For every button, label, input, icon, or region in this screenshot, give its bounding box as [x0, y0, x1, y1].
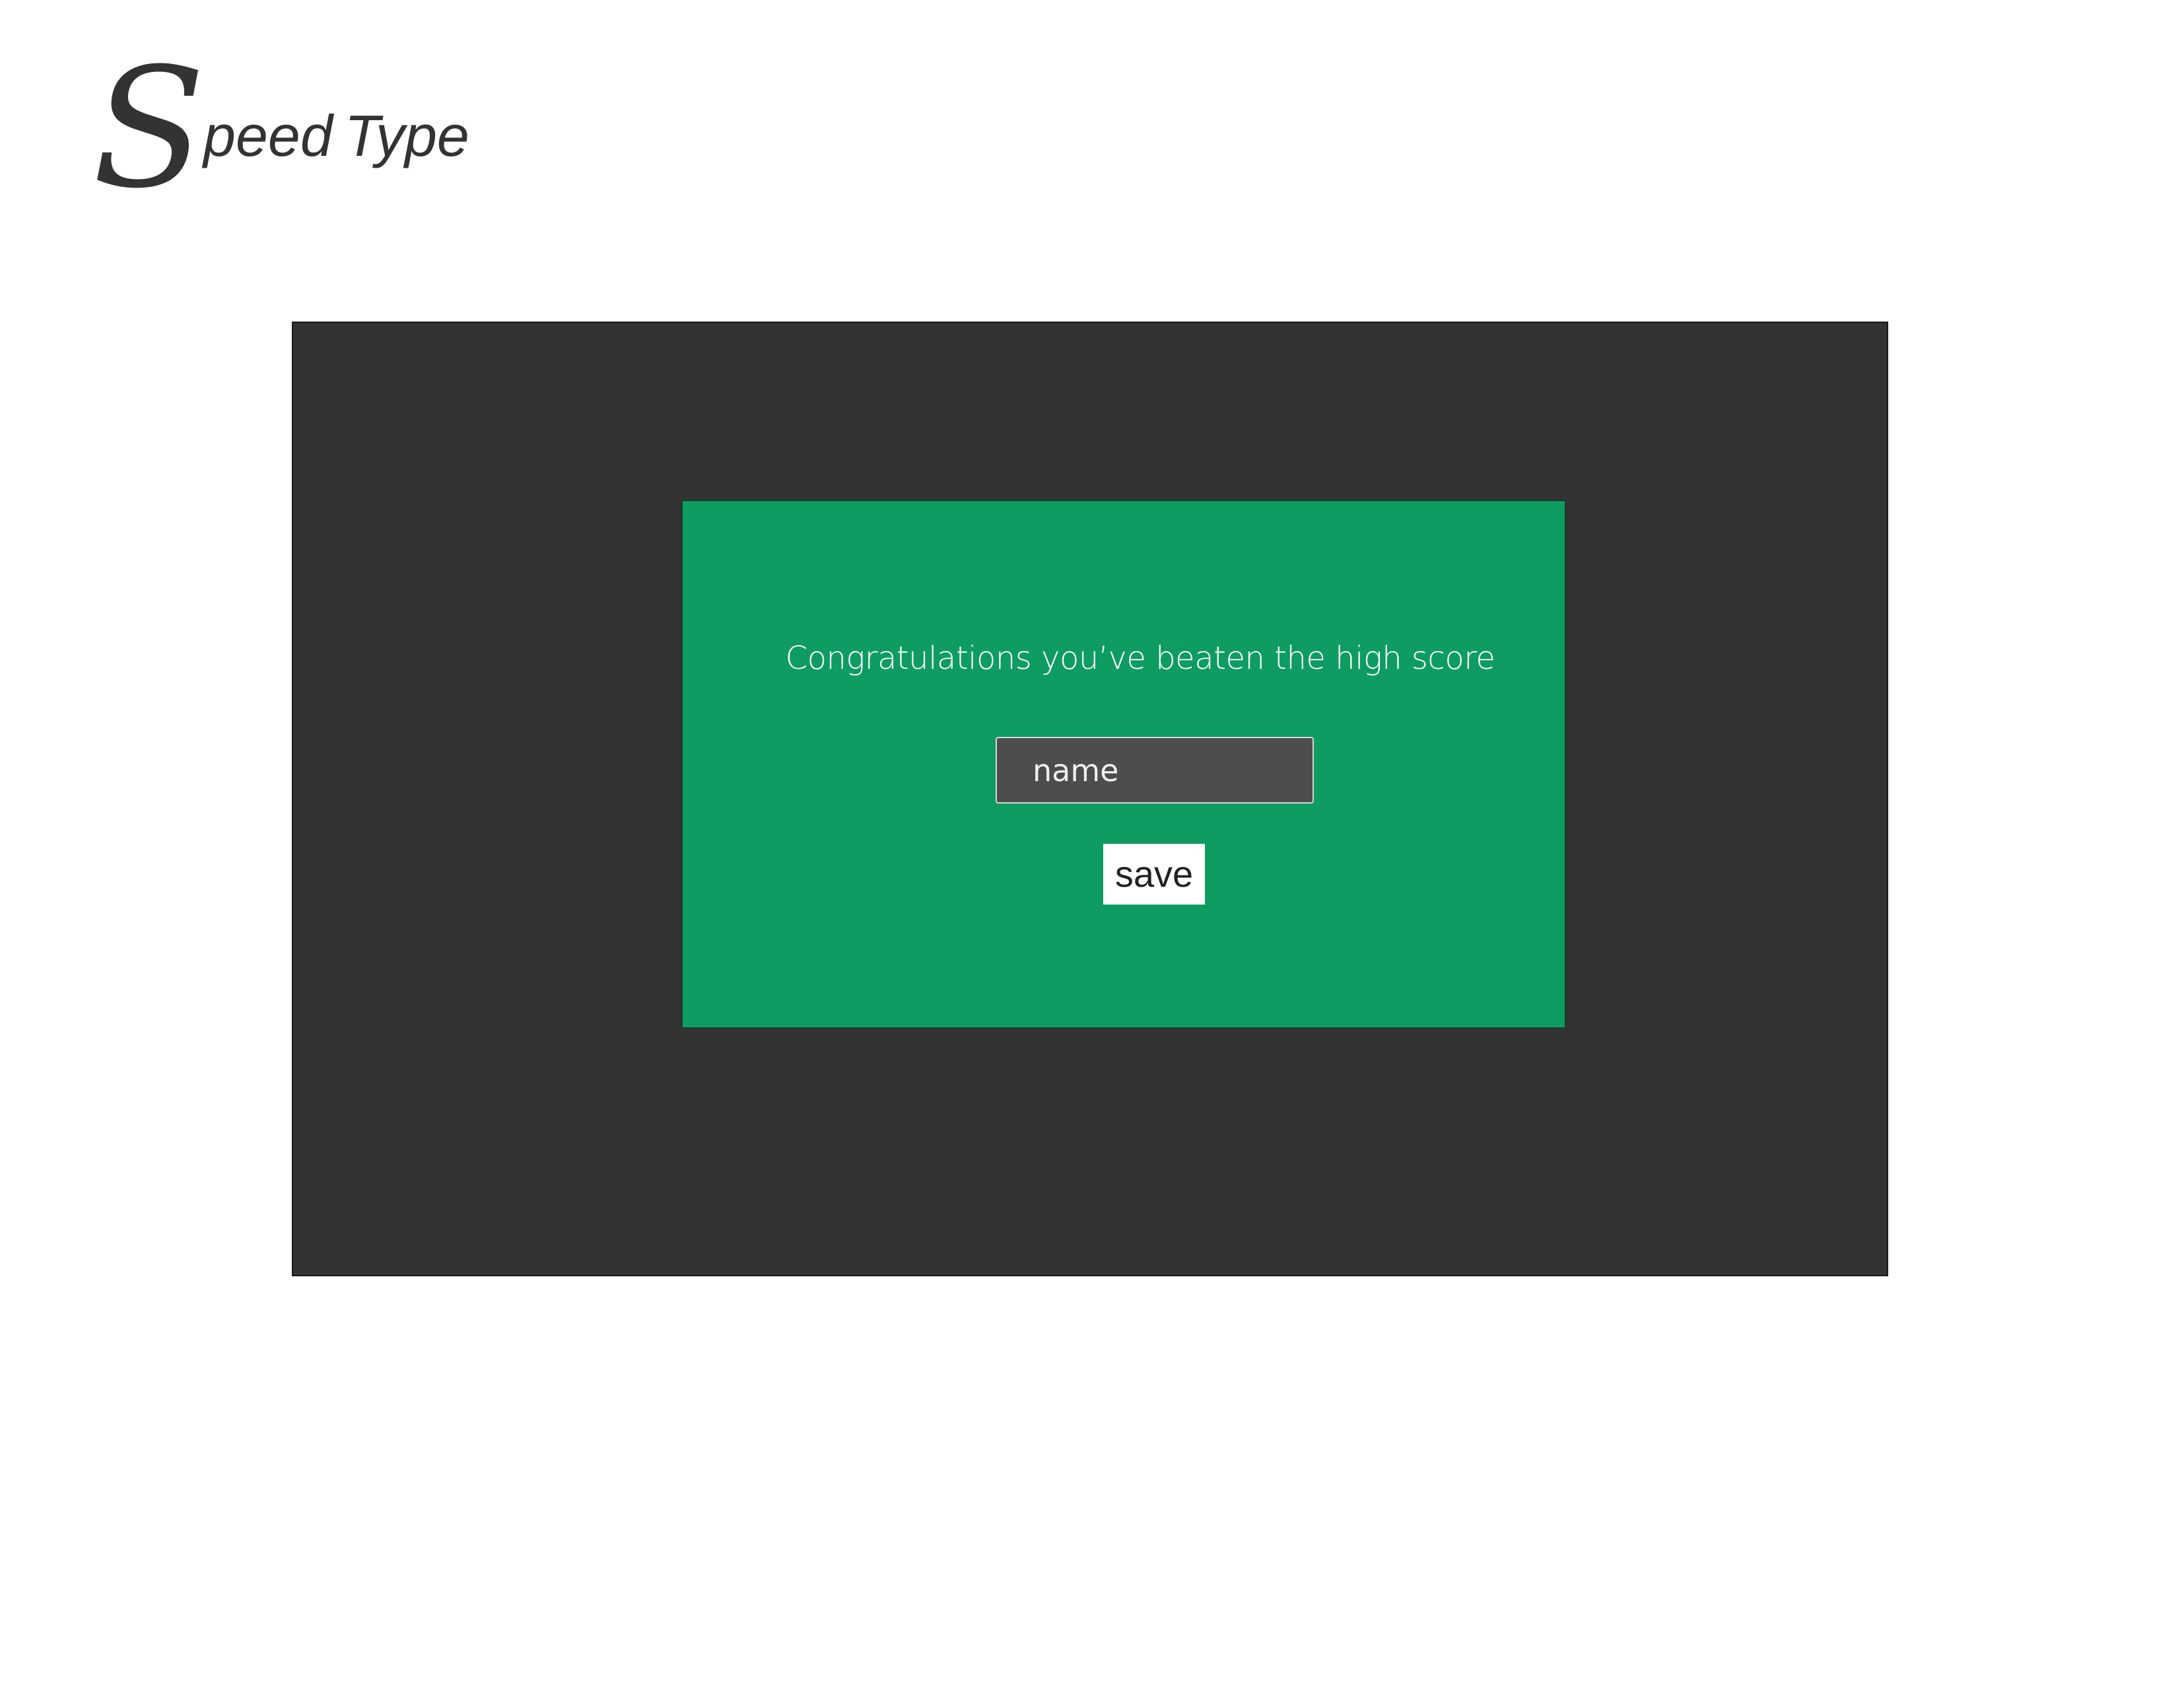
- game-panel: Congratulations you’ve beaten the high s…: [292, 322, 1888, 1276]
- logo-wordmark: peed Type: [203, 107, 469, 165]
- speed-type-logo: S peed Type: [92, 46, 475, 211]
- high-score-dialog: Congratulations you’ve beaten the high s…: [681, 500, 1566, 1029]
- name-input[interactable]: [996, 737, 1314, 804]
- logo-initial: S: [92, 32, 205, 224]
- save-button[interactable]: save: [1103, 844, 1205, 905]
- logo-word-speed: peed: [203, 103, 333, 168]
- congratulations-message: Congratulations you’ve beaten the high s…: [785, 640, 1495, 677]
- logo-word-type: Type: [344, 103, 469, 168]
